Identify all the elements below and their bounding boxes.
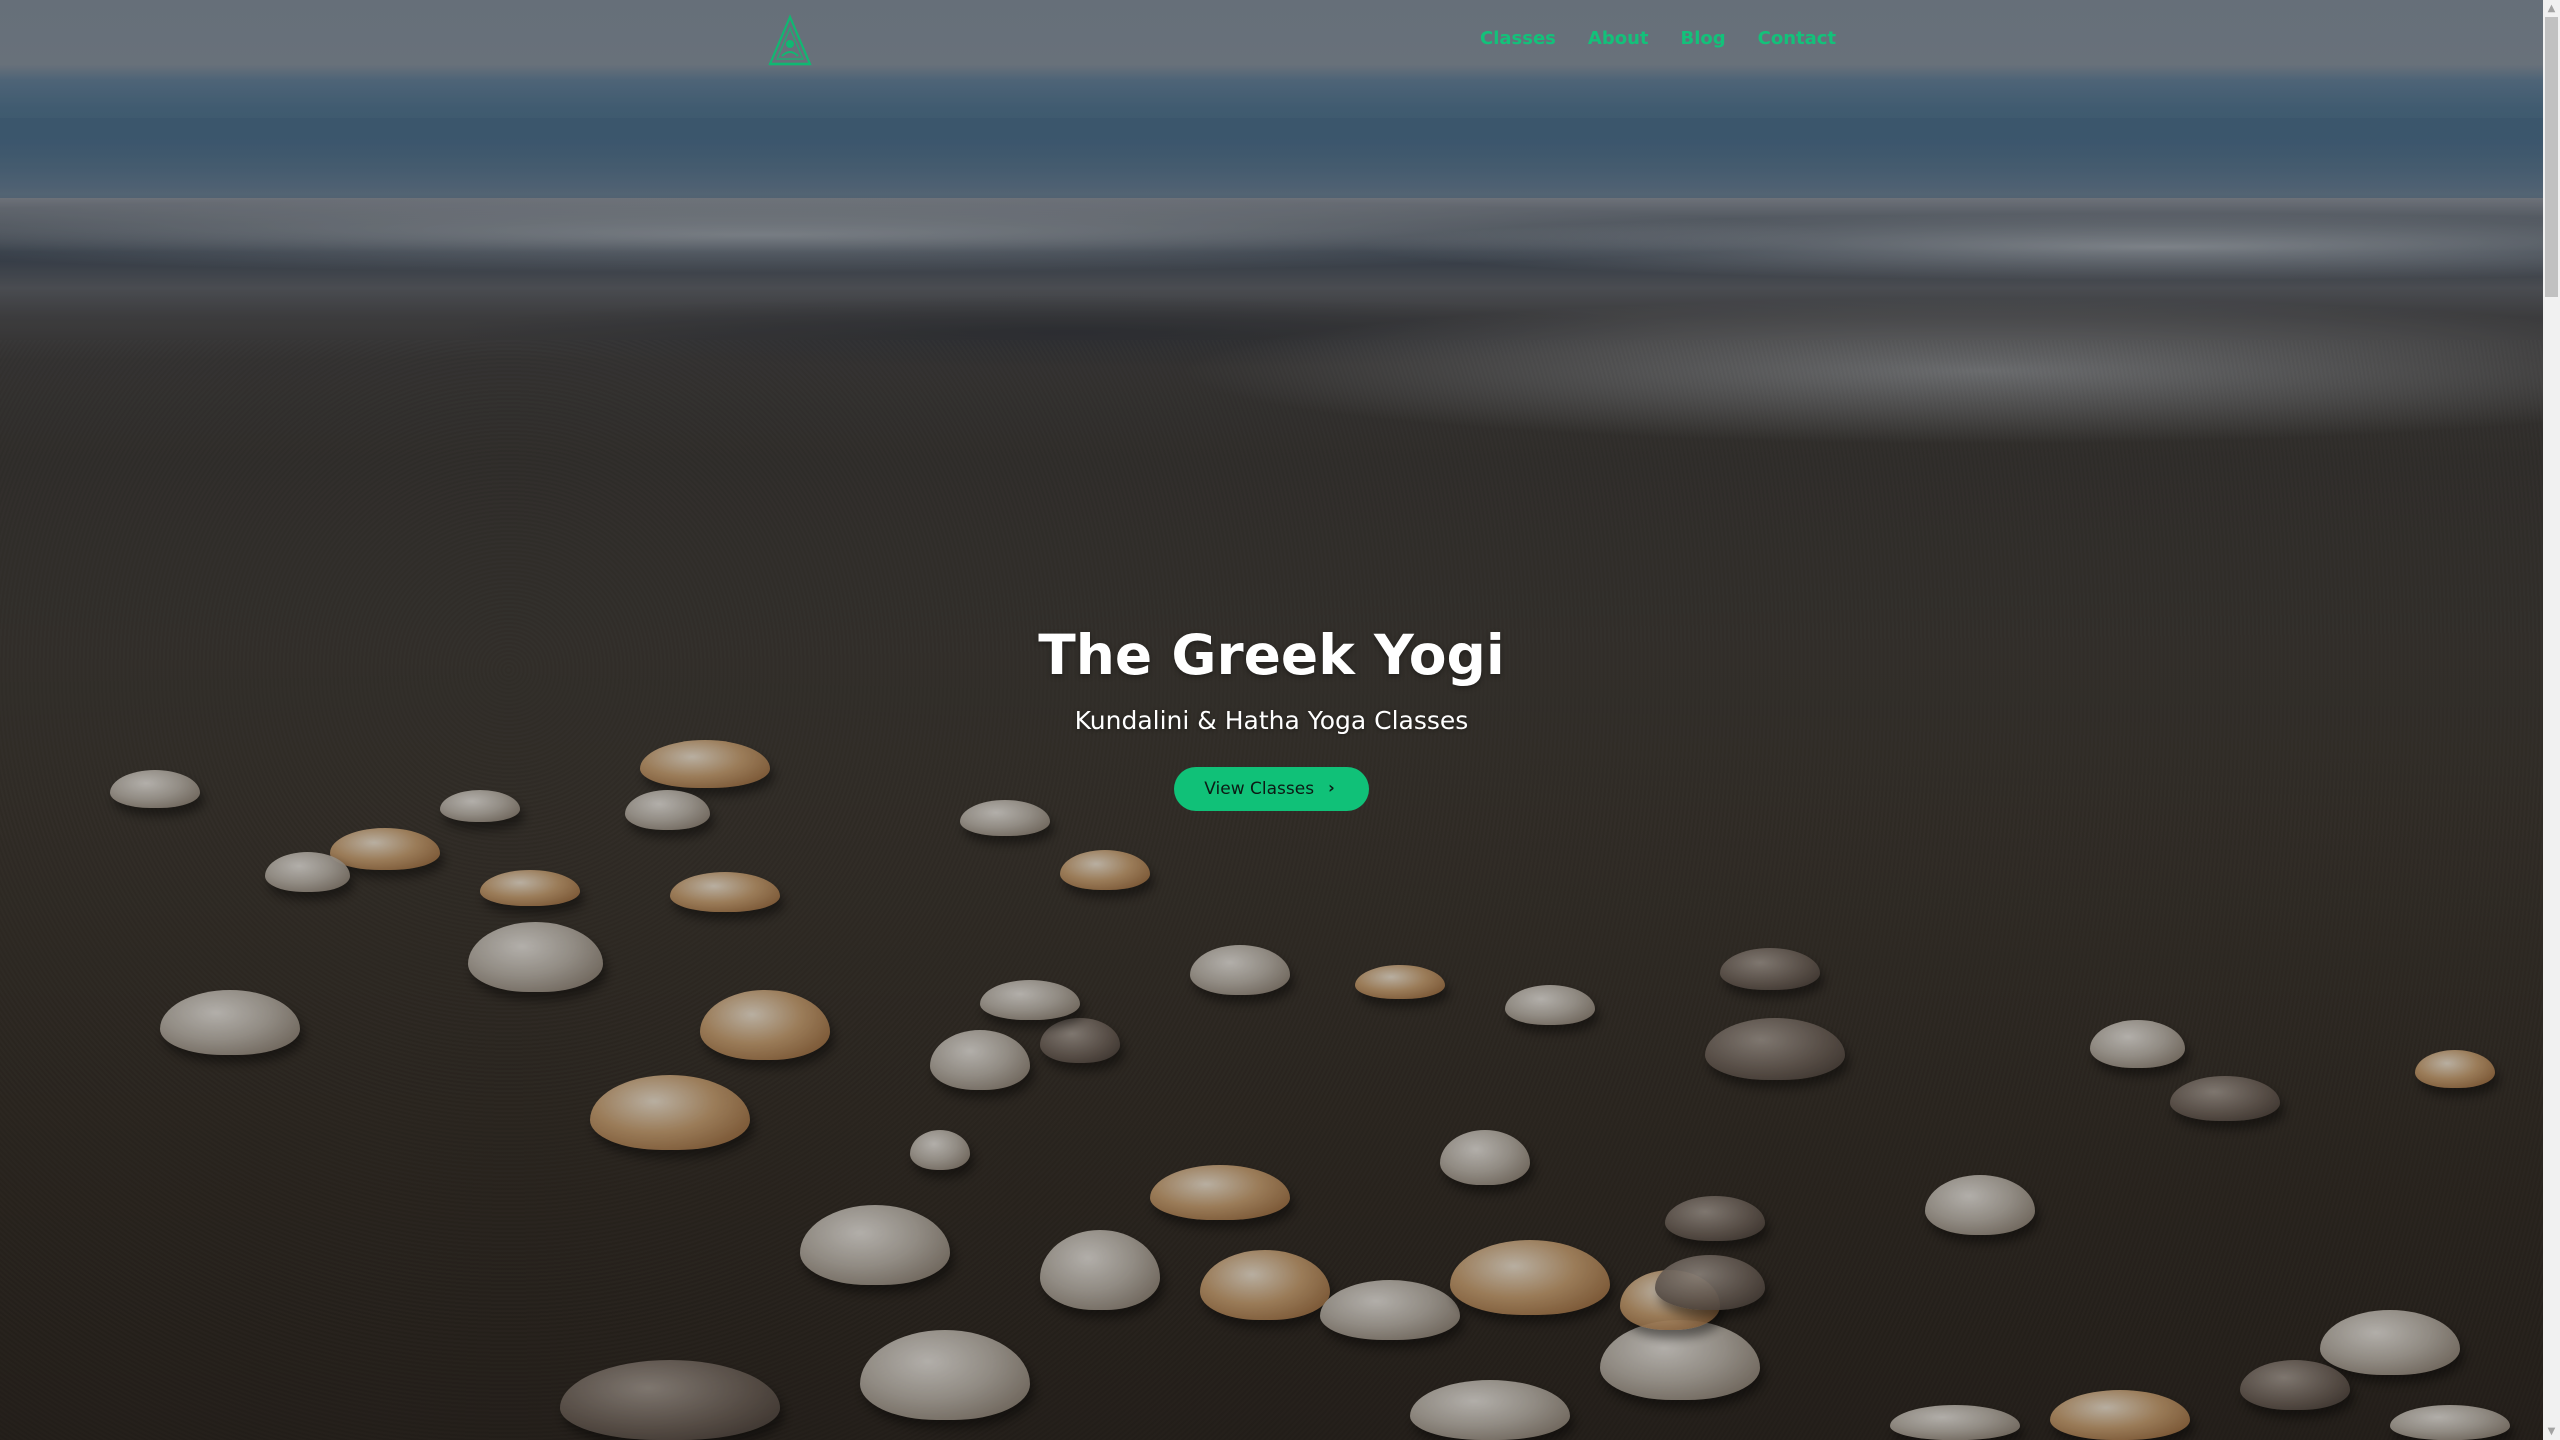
nav-item-blog: Blog	[1681, 27, 1726, 51]
scrollbar-thumb[interactable]	[2545, 17, 2558, 297]
scroll-up-arrow-icon[interactable]: ▲	[2543, 0, 2560, 17]
main-nav: Classes About Blog Contact	[1480, 27, 1836, 51]
view-classes-button[interactable]: View Classes ›	[1174, 767, 1369, 811]
hero-title: The Greek Yogi	[1038, 623, 1505, 687]
nav-link-contact[interactable]: Contact	[1758, 27, 1836, 51]
page: Classes About Blog Contact The Greek Yog…	[0, 0, 2560, 1440]
nav-link-about[interactable]: About	[1588, 27, 1649, 51]
site-header: Classes About Blog Contact	[0, 0, 2543, 80]
nav-link-classes[interactable]: Classes	[1480, 27, 1556, 51]
nav-item-about: About	[1588, 27, 1649, 51]
hero-content: The Greek Yogi Kundalini & Hatha Yoga Cl…	[0, 615, 2543, 811]
nav-item-contact: Contact	[1758, 27, 1836, 51]
site-logo-link[interactable]	[765, 14, 815, 70]
page-scrollbar[interactable]: ▲ ▼	[2543, 0, 2560, 1440]
chevron-right-icon: ›	[1328, 778, 1335, 797]
view-classes-label: View Classes	[1204, 779, 1315, 799]
scroll-down-arrow-icon[interactable]: ▼	[2543, 1423, 2560, 1440]
nav-item-classes: Classes	[1480, 27, 1556, 51]
nav-link-blog[interactable]: Blog	[1681, 27, 1726, 51]
hero-subtitle: Kundalini & Hatha Yoga Classes	[1074, 706, 1469, 735]
yogi-pyramid-logo-icon	[768, 14, 812, 66]
